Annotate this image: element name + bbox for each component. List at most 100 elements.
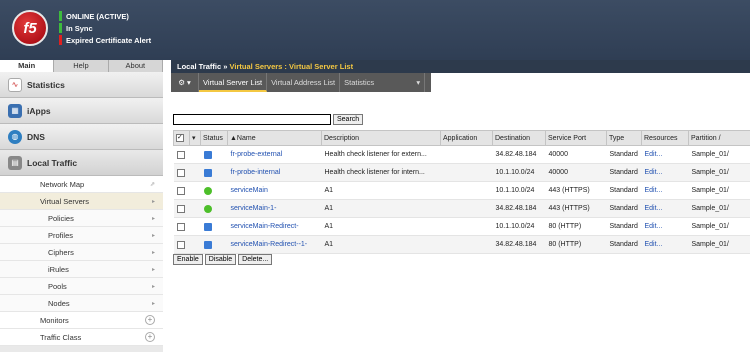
row-resources-text[interactable]: Edit... [645,223,663,230]
main-content: Local Traffic » Virtual Servers : Virtua… [171,60,750,352]
nav-section-dns[interactable]: ◍ DNS [0,124,163,150]
row-service-port-text: 80 (HTTP) [548,223,582,230]
row-name-text[interactable]: fr-probe-external [231,151,283,158]
f5-logo[interactable]: f5 [12,10,48,46]
nav-item-virtual-servers[interactable]: Virtual Servers ▸ [0,193,163,210]
delete-button[interactable]: Delete... [238,254,273,265]
row-checkbox[interactable] [176,204,185,213]
nav-item-policies[interactable]: Policies ▸ [0,210,163,227]
search-row: Search [173,114,364,125]
status-available-icon [203,186,212,195]
row-checkbox-cell[interactable] [173,181,190,200]
nav-item-ciphers[interactable]: Ciphers ▸ [0,244,163,261]
status-alert[interactable]: Expired Certificate Alert [59,34,151,46]
nav-section-statistics[interactable]: ∿ Statistics [0,72,163,98]
nav-section-local-traffic[interactable]: ▤ Local Traffic [0,150,163,176]
row-name-text[interactable]: serviceMain [231,187,268,194]
column-application[interactable]: Application [440,130,493,146]
row-name[interactable]: serviceMain [227,181,322,200]
row-resources-text[interactable]: Edit... [645,241,663,248]
row-type-text: Standard [609,151,638,158]
enable-button[interactable]: Enable [173,254,203,265]
row-resources-text[interactable]: Edit... [645,205,663,212]
row-checkbox-cell[interactable] [173,235,190,254]
row-resources-text[interactable]: Edit... [645,151,663,158]
select-all-checkbox-cell[interactable] [173,130,190,146]
row-name-text[interactable]: serviceMain-Redirect--1- [231,241,308,248]
row-name-text[interactable]: serviceMain-1- [231,205,277,212]
row-name[interactable]: serviceMain-Redirect- [227,217,322,236]
row-checkbox-cell[interactable] [173,163,190,182]
column-name[interactable]: ▲Name [227,130,322,146]
column-type[interactable]: Type [606,130,642,146]
row-destination: 34.82.48.184 [492,199,546,218]
column-resources[interactable]: Resources [641,130,689,146]
tab-statistics[interactable]: Statistics ▾ [340,73,426,92]
row-resources[interactable]: Edit... [641,235,689,254]
status-sync[interactable]: In Sync [59,22,151,34]
row-checkbox[interactable] [176,222,185,231]
row-name[interactable]: fr-probe-internal [227,163,322,182]
row-service-port-text: 80 (HTTP) [548,241,582,248]
table-row: serviceMain-Redirect--1- A1 34.82.48.184 80… [173,235,750,254]
status-unknown-icon [203,168,212,177]
iapps-icon: ▦ [8,103,22,118]
row-name-text[interactable]: serviceMain-Redirect- [231,223,299,230]
row-checkbox[interactable] [176,186,185,195]
row-application [440,235,493,254]
nav-section-iapps[interactable]: ▦ iApps [0,98,163,124]
row-name-text[interactable]: fr-probe-internal [231,169,281,176]
row-checkbox-cell[interactable] [173,217,190,236]
row-resources[interactable]: Edit... [641,199,689,218]
row-name[interactable]: serviceMain-Redirect--1- [227,235,322,254]
row-checkbox-cell[interactable] [173,199,190,218]
row-checkbox[interactable] [176,240,185,249]
select-all-checkbox[interactable] [176,133,184,142]
tab-virtual-address-list[interactable]: Virtual Address List [267,73,341,92]
row-resources[interactable]: Edit... [641,145,689,164]
column-description[interactable]: Description [321,130,441,146]
plus-icon[interactable]: + [145,315,155,325]
nav-item-pools[interactable]: Pools ▸ [0,278,163,295]
row-resources[interactable]: Edit... [641,163,689,182]
row-type: Standard [606,181,642,200]
row-resources[interactable]: Edit... [641,217,689,236]
nav-item-label: iRules [48,264,69,274]
column-status[interactable]: Status [200,130,228,146]
row-spacer [189,163,201,182]
search-input[interactable] [173,114,331,125]
tab-help[interactable]: Help [54,60,109,72]
column-partition[interactable]: Partition / [688,130,750,146]
nav-item-irules[interactable]: iRules ▸ [0,261,163,278]
tab-virtual-server-list[interactable]: Virtual Server List [199,73,268,92]
search-button[interactable]: Search [333,114,364,125]
row-name[interactable]: serviceMain-1- [227,199,322,218]
row-checkbox[interactable] [176,150,185,159]
row-partition: Sample_01/ [688,235,750,254]
tab-main[interactable]: Main [0,60,55,72]
nav-item-profiles[interactable]: Profiles ▸ [0,227,163,244]
column-options-cell[interactable]: ▾ [189,130,201,146]
column-destination[interactable]: Destination [492,130,546,146]
nav-item-monitors[interactable]: Monitors + [0,312,163,329]
nav-item-network-map[interactable]: Network Map ⇗ [0,176,163,193]
nav-item-nodes[interactable]: Nodes ▸ [0,295,163,312]
row-resources[interactable]: Edit... [641,181,689,200]
row-checkbox[interactable] [176,168,185,177]
status-online: ONLINE (ACTIVE) [59,10,151,22]
row-name[interactable]: fr-probe-external [227,145,322,164]
disable-button[interactable]: Disable [204,254,237,265]
row-destination: 10.1.10.0/24 [492,163,546,182]
row-application [440,217,493,236]
row-resources-text[interactable]: Edit... [645,187,663,194]
row-service-port: 40000 [545,163,607,182]
row-checkbox-cell[interactable] [173,145,190,164]
status-bar-icon [59,11,62,21]
nav-item-traffic-class[interactable]: Traffic Class + [0,329,163,346]
column-service-port[interactable]: Service Port [545,130,607,146]
gear-menu-button[interactable]: ⚙ ▾ [171,73,199,92]
nav-item-label: Nodes [48,298,70,308]
row-resources-text[interactable]: Edit... [645,169,663,176]
tab-about[interactable]: About [108,60,163,72]
plus-icon[interactable]: + [145,332,155,342]
